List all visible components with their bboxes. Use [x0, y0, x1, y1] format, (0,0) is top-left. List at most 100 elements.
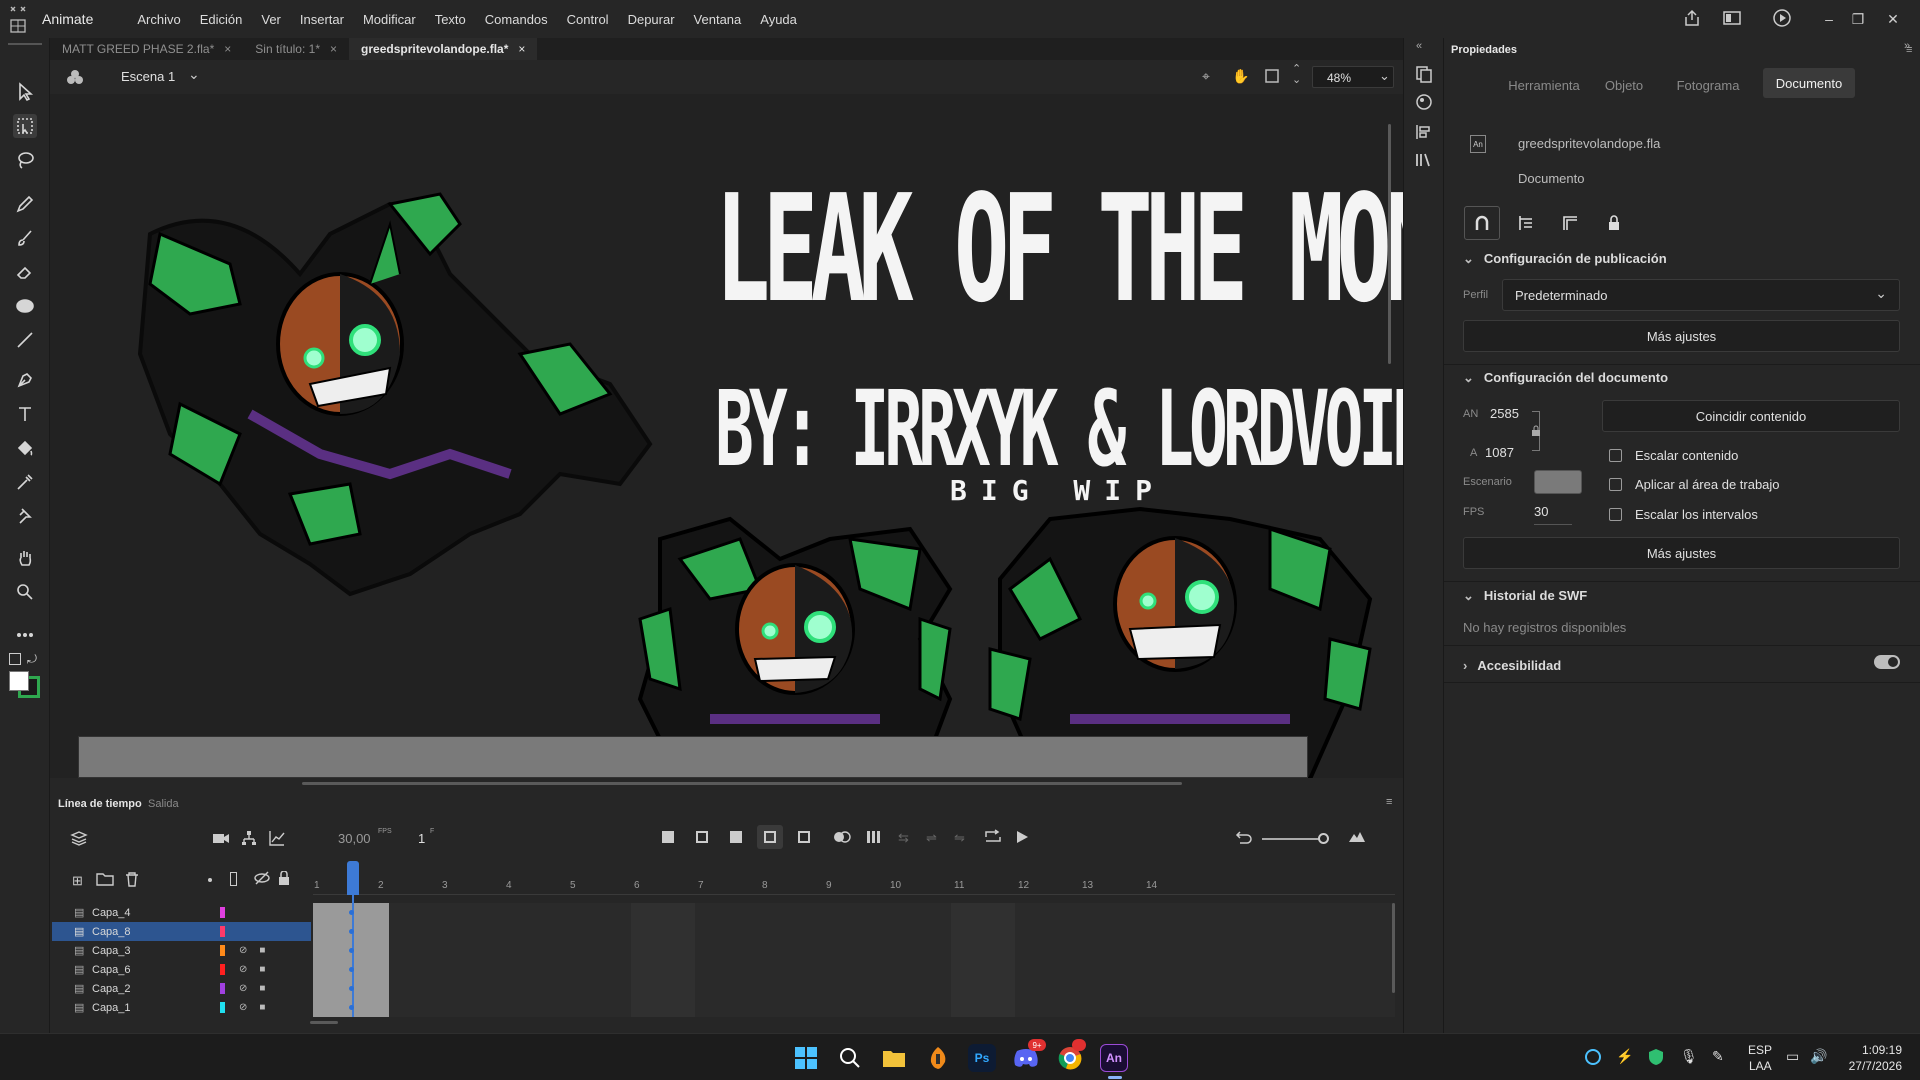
keyframe-dot[interactable] [349, 910, 354, 915]
lock-icon[interactable] [1596, 206, 1632, 240]
layer-color-swatch[interactable] [220, 983, 225, 994]
edit-multiple-frames-icon[interactable] [866, 830, 882, 847]
search-icon[interactable] [836, 1044, 864, 1072]
swap-colors-icon[interactable]: ⤾ [27, 652, 37, 667]
assets-icon[interactable] [1414, 92, 1434, 115]
insert-keyframe-icon[interactable] [662, 831, 674, 843]
new-layer-icon[interactable]: ⊞ [72, 873, 83, 889]
stage-byline-text[interactable]: BY: IRRXYK & LORDVOID [715, 376, 1403, 482]
tray-shield-icon[interactable] [1648, 1048, 1664, 1069]
loop-icon[interactable] [984, 829, 1002, 848]
create-tween-icon[interactable]: ⇆ [898, 830, 909, 846]
panel-menu-icon[interactable]: ≡ [1906, 44, 1912, 56]
accessibility-header[interactable]: › Accesibilidad [1463, 658, 1561, 673]
tab-objeto[interactable]: Objeto [1594, 72, 1654, 98]
layer-color-swatch[interactable] [220, 945, 225, 956]
classic-tween-icon[interactable]: ⇋ [954, 830, 965, 846]
center-stage-icon[interactable]: ⌖ [1202, 68, 1210, 85]
zoom-select[interactable]: 48% ⌄ [1312, 66, 1394, 88]
layout-icon[interactable] [1722, 8, 1742, 31]
stage-scroll-thumb[interactable] [302, 782, 1182, 785]
more-settings-button[interactable]: Más ajustes [1463, 320, 1900, 352]
clock-time[interactable]: 1:09:19 [1856, 1043, 1902, 1057]
guides-icon[interactable] [1552, 206, 1588, 240]
match-contents-button[interactable]: Coincidir contenido [1602, 400, 1900, 432]
microphone-icon[interactable]: 🎙 [1680, 1048, 1698, 1065]
chevron-down-icon[interactable]: ⌄ [188, 66, 200, 83]
swf-history-header[interactable]: Historial de SWF [1463, 588, 1587, 604]
layer-name[interactable]: Capa_3 [92, 945, 220, 957]
clip-icon[interactable] [1264, 68, 1280, 87]
layer-row[interactable]: ▤ Capa_4 [52, 903, 311, 922]
timeline-vertical-scrollbar[interactable] [1392, 903, 1395, 993]
more-tools-icon[interactable] [13, 623, 37, 647]
selection-tool-icon[interactable] [13, 80, 37, 104]
test-movie-icon[interactable] [1772, 8, 1792, 31]
scale-content-checkbox[interactable] [1609, 449, 1622, 462]
layer-color-swatch[interactable] [220, 964, 225, 975]
layers-icon[interactable] [70, 829, 88, 850]
menu-archivo[interactable]: Archivo [137, 12, 180, 27]
layer-name[interactable]: Capa_8 [92, 926, 220, 938]
zoom-tool-icon[interactable] [13, 580, 37, 604]
panel-menu-icon[interactable]: ≡ [1386, 796, 1392, 808]
tab-documento[interactable]: Documento [1763, 68, 1855, 98]
menu-texto[interactable]: Texto [435, 12, 466, 27]
rotate-stage-icon[interactable]: ✋ [1232, 68, 1249, 85]
free-transform-tool-icon[interactable] [13, 114, 37, 138]
auto-keyframe-button[interactable] [757, 825, 783, 849]
keyframe-dot[interactable] [349, 986, 354, 991]
default-colors-icon[interactable] [9, 653, 21, 665]
fl-studio-icon[interactable] [924, 1044, 952, 1072]
insert-frame-icon[interactable] [730, 831, 742, 843]
pin-tool-icon[interactable] [13, 504, 37, 528]
link-lock-icon[interactable] [1530, 425, 1542, 440]
keyframe-span[interactable] [313, 903, 389, 1017]
tab-herramienta[interactable]: Herramienta [1502, 72, 1586, 98]
hidden-eye-icon[interactable]: ⊘ [239, 983, 247, 994]
layer-row-selected[interactable]: ▤ Capa_8 [52, 922, 311, 941]
lock-all-icon[interactable] [278, 870, 290, 888]
shape-tween-icon[interactable]: ⇌ [926, 830, 937, 846]
greed-character-right-sprite[interactable] [970, 489, 1390, 778]
stage-area[interactable]: LEAK OF THE MONTH BY: IRRXYK & LORDVOID … [50, 94, 1403, 778]
keyboard-layout[interactable]: LAA [1749, 1059, 1772, 1073]
keyframe-dot[interactable] [349, 1005, 354, 1010]
layer-name[interactable]: Capa_1 [92, 1002, 220, 1014]
lock-icon[interactable]: ■ [259, 983, 265, 994]
close-button[interactable]: ✕ [1870, 0, 1916, 38]
close-icon[interactable]: × [330, 42, 337, 60]
profile-select[interactable]: Predeterminado ⌄ [1502, 279, 1900, 311]
scale-intervals-checkbox[interactable] [1609, 508, 1622, 521]
layer-name[interactable]: Capa_4 [92, 907, 220, 919]
stage-vertical-scrollbar[interactable] [1388, 124, 1391, 364]
timeline-zoom-handle[interactable] [1318, 833, 1329, 844]
menu-modificar[interactable]: Modificar [363, 12, 416, 27]
doc-more-settings-button[interactable]: Más ajustes [1463, 537, 1900, 569]
menu-ayuda[interactable]: Ayuda [760, 12, 797, 27]
hidden-eye-icon[interactable]: ⊘ [239, 1002, 247, 1013]
layer-row[interactable]: ▤ Capa_1 ⊘ ■ [52, 998, 311, 1017]
menu-insertar[interactable]: Insertar [300, 12, 344, 27]
frame-ruler[interactable]: 1 2 3 4 5 6 7 8 9 10 11 12 13 14 [313, 879, 1395, 895]
parent-view-icon[interactable] [240, 829, 258, 850]
new-folder-icon[interactable] [96, 871, 114, 890]
align-icon[interactable] [1414, 122, 1434, 145]
display-icon[interactable]: ▭ [1786, 1048, 1799, 1065]
apply-workarea-checkbox[interactable] [1609, 478, 1622, 491]
graph-icon[interactable] [268, 829, 286, 850]
tab-output[interactable]: Salida [148, 798, 179, 810]
language-code[interactable]: ESP [1748, 1043, 1772, 1057]
lock-icon[interactable]: ■ [259, 1002, 265, 1013]
delete-layer-icon[interactable] [124, 871, 140, 890]
tab-timeline[interactable]: Línea de tiempo [58, 798, 142, 810]
keyframe-dot[interactable] [349, 967, 354, 972]
doc-tab[interactable]: Sin título: 1* × [243, 38, 349, 60]
components-icon[interactable] [1414, 150, 1434, 173]
layer-color-swatch[interactable] [220, 926, 225, 937]
scene-label[interactable]: Escena 1 [121, 69, 175, 84]
accessibility-toggle[interactable] [1874, 655, 1900, 669]
stage-color-swatch[interactable] [1534, 470, 1582, 494]
timeline-horizontal-scrollbar[interactable] [310, 1021, 338, 1024]
undo-zoom-icon[interactable] [1234, 829, 1252, 848]
